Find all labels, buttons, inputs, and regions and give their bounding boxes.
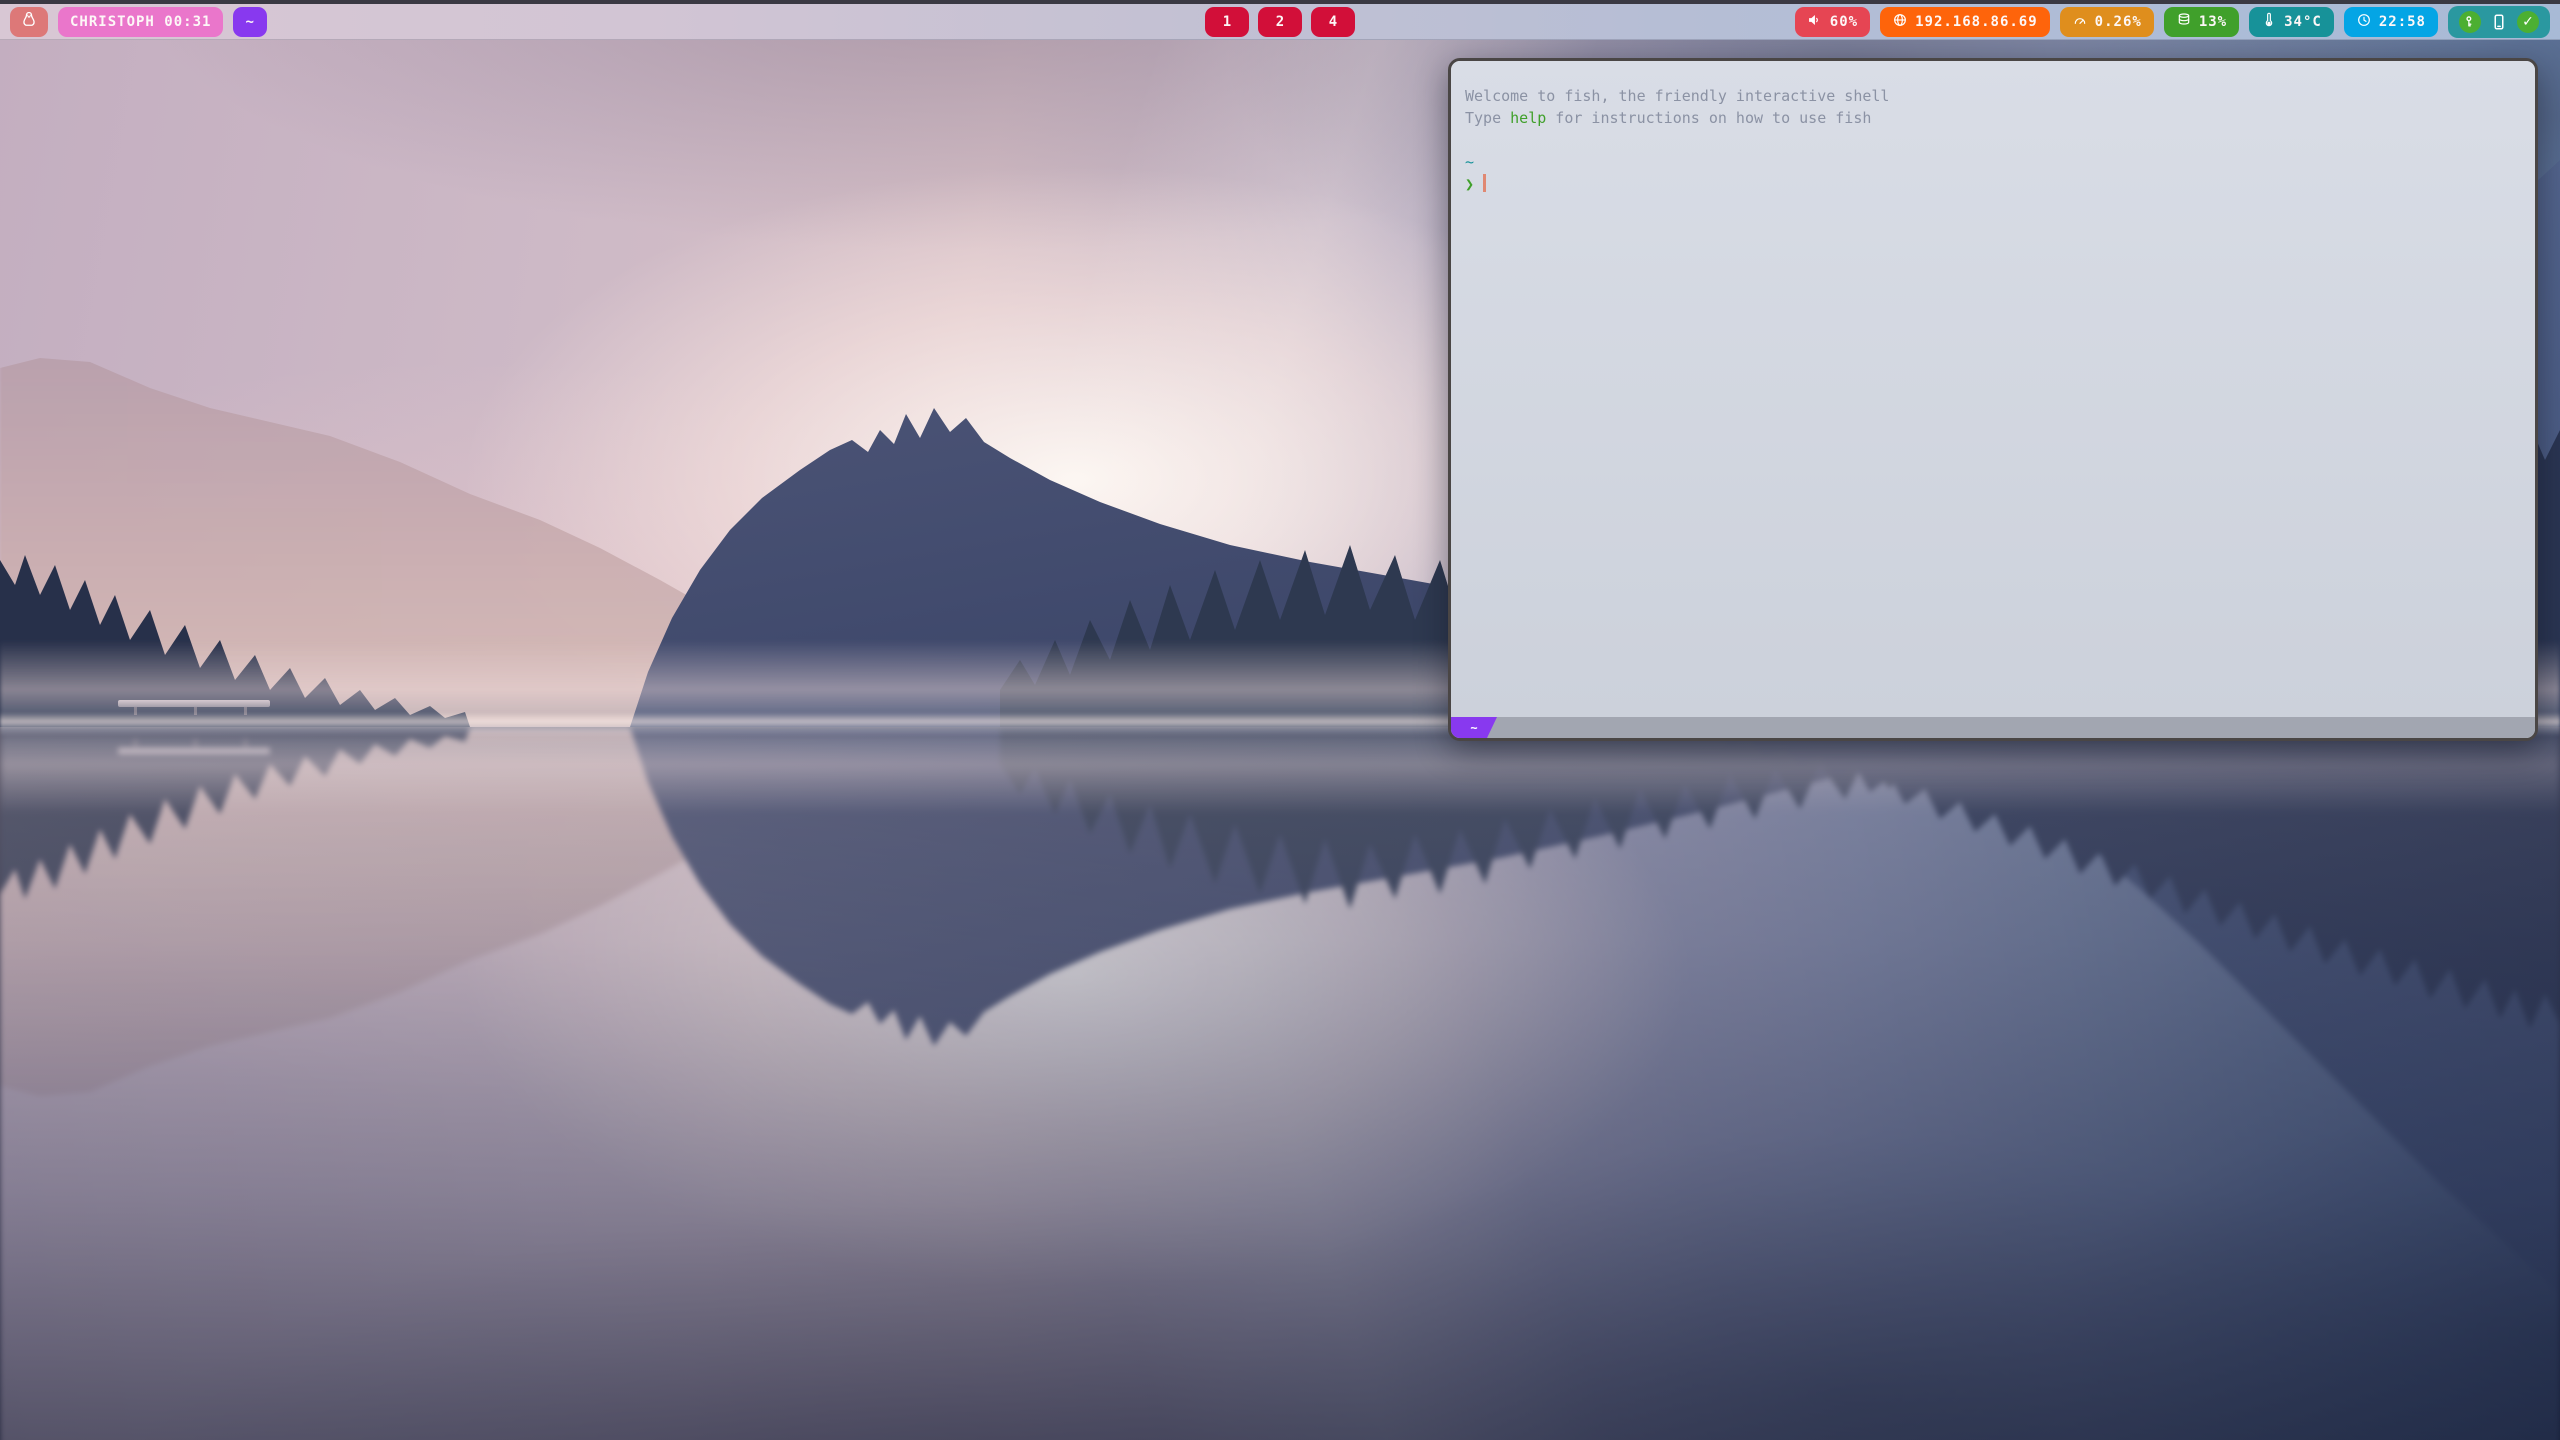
cpu-load-widget: 0.26%	[2060, 7, 2154, 37]
home-button[interactable]: ~	[233, 7, 267, 37]
volume-value: 60%	[1830, 14, 1858, 30]
memory-value: 13%	[2199, 14, 2227, 30]
status-bar: CHRISTOPH 00:31 ~ 1 2 4 60%	[0, 4, 2560, 40]
bar-left-group: CHRISTOPH 00:31 ~	[10, 7, 267, 37]
terminal-cursor	[1483, 174, 1486, 192]
wallpaper-reflection	[0, 727, 2560, 1440]
temperature-value: 34°C	[2284, 14, 2322, 30]
user-session-widget: CHRISTOPH 00:31	[58, 7, 223, 37]
clock-widget[interactable]: 22:58	[2344, 7, 2438, 37]
terminal-tab-label: ~	[1470, 721, 1477, 735]
terminal-line-help: Type help for instructions on how to use…	[1465, 107, 2521, 129]
workspace-button-4[interactable]: 4	[1311, 7, 1355, 37]
cpu-load-value: 0.26%	[2095, 14, 2142, 30]
workspace-label: 1	[1223, 14, 1231, 30]
home-label: ~	[245, 14, 254, 30]
temperature-widget: 34°C	[2249, 7, 2334, 37]
prompt-symbol: ❯	[1465, 175, 1474, 193]
bar-right-group: 60% 192.168.86.69 0.26%	[1795, 6, 2550, 38]
check-glyph: ✓	[2522, 14, 2534, 30]
thermometer-icon	[2261, 12, 2277, 32]
system-tray: ✓	[2448, 6, 2550, 38]
terminal-content[interactable]: Welcome to fish, the friendly interactiv…	[1451, 61, 2535, 717]
prompt-path: ~	[1465, 151, 2521, 173]
terminal-blank-line	[1465, 129, 2521, 151]
terminal-window: Welcome to fish, the friendly interactiv…	[1448, 58, 2538, 741]
prompt-line: ❯	[1465, 173, 2521, 195]
volume-widget[interactable]: 60%	[1795, 7, 1870, 37]
workspace-label: 2	[1276, 14, 1284, 30]
tux-icon	[19, 10, 39, 34]
user-session-label: CHRISTOPH 00:31	[70, 14, 211, 30]
memory-widget: 13%	[2164, 7, 2239, 37]
kdeconnect-phone-icon[interactable]	[2490, 12, 2508, 32]
gauge-icon	[2072, 12, 2088, 32]
network-ip-value: 192.168.86.69	[1915, 14, 2038, 30]
speaker-icon	[1807, 12, 1823, 32]
globe-icon	[1892, 12, 1908, 32]
time-value: 22:58	[2379, 14, 2426, 30]
memory-stack-icon	[2176, 12, 2192, 32]
terminal-status-bar: ~	[1451, 717, 2535, 738]
workspace-switcher: 1 2 4	[1205, 7, 1355, 37]
water-overlay	[0, 727, 2560, 1440]
terminal-line-welcome: Welcome to fish, the friendly interactiv…	[1465, 85, 2521, 107]
keepassxc-key-icon[interactable]	[2459, 11, 2481, 33]
sync-check-icon[interactable]: ✓	[2517, 11, 2539, 33]
workspace-button-2[interactable]: 2	[1258, 7, 1302, 37]
help-keyword: help	[1510, 109, 1546, 127]
launcher-button[interactable]	[10, 7, 48, 37]
workspace-button-1[interactable]: 1	[1205, 7, 1249, 37]
terminal-tab-home[interactable]: ~	[1451, 717, 1497, 738]
workspace-label: 4	[1329, 14, 1337, 30]
network-widget[interactable]: 192.168.86.69	[1880, 7, 2050, 37]
clock-icon	[2356, 12, 2372, 32]
